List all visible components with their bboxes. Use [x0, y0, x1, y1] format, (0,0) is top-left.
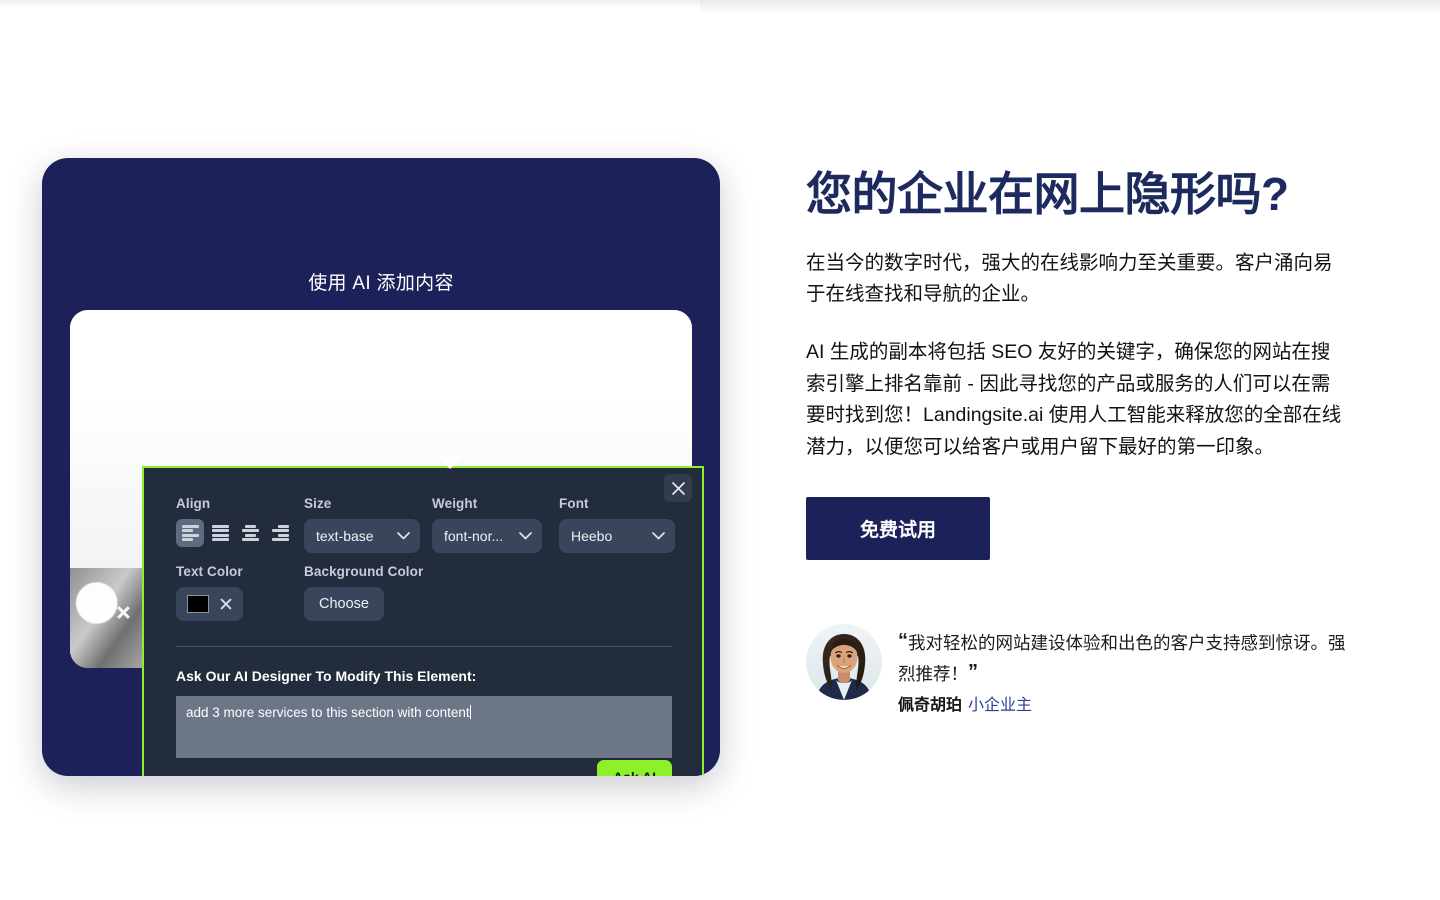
preview-card: 使用 AI 添加内容 Align Size text-base Weight f… — [42, 158, 720, 776]
text-color-picker[interactable] — [176, 587, 243, 621]
size-label: Size — [304, 496, 332, 511]
size-value: text-base — [316, 528, 374, 544]
align-center-button[interactable] — [236, 519, 264, 547]
background-color-label: Background Color — [304, 564, 424, 579]
text-cursor — [469, 705, 471, 719]
chevron-down-icon — [397, 532, 410, 540]
weight-value: font-nor... — [444, 528, 504, 544]
font-label: Font — [559, 496, 589, 511]
weight-select[interactable]: font-nor... — [432, 519, 542, 553]
align-justify-icon — [211, 523, 229, 543]
weight-control-group: Weight font-nor... — [432, 496, 542, 553]
square-icon — [100, 604, 109, 619]
page-title: 您的企业在网上隐形吗? — [806, 168, 1289, 220]
popup-caret-icon — [438, 457, 462, 469]
close-icon — [671, 481, 685, 495]
align-label: Align — [176, 496, 211, 511]
ai-prompt-input[interactable]: add 3 more services to this section with… — [176, 696, 672, 758]
page-root: 使用 AI 添加内容 Align Size text-base Weight f… — [0, 0, 1440, 900]
font-value: Heebo — [571, 528, 613, 544]
font-select[interactable]: Heebo — [559, 519, 675, 553]
mock-overlay-icons — [84, 604, 130, 619]
chevron-down-icon — [519, 532, 532, 540]
avatar-photo-icon — [806, 624, 882, 701]
background-color-group: Background Color Choose — [304, 564, 423, 621]
hero-content: 您的企业在网上隐形吗? 在当今的数字时代，强大的在线影响力至关重要。客户涌向易于… — [806, 168, 1346, 715]
testimonial-meta: 佩奇胡珀 小企业主 — [898, 691, 1346, 715]
testimonial-body: “我对轻松的网站建设体验和出色的客户支持感到惊讶。强烈推荐！” 佩奇胡珀 小企业主 — [898, 624, 1346, 714]
size-select[interactable]: text-base — [304, 519, 420, 553]
testimonial-quote-text: 我对轻松的网站建设体验和出色的客户支持感到惊讶。强烈推荐！ — [898, 633, 1346, 685]
text-color-group: Text Color — [176, 564, 243, 621]
ask-ai-label: Ask Our AI Designer To Modify This Eleme… — [176, 668, 477, 684]
weight-label: Weight — [432, 496, 478, 511]
size-control-group: Size text-base — [304, 496, 420, 553]
align-center-icon — [241, 523, 259, 543]
close-icon — [116, 605, 130, 619]
square-icon — [84, 604, 93, 619]
align-right-icon — [271, 523, 289, 543]
choose-background-color-button[interactable]: Choose — [304, 587, 384, 621]
ai-element-editor-popup: Align Size text-base Weight font-nor... … — [142, 466, 704, 776]
align-control-group: Align — [176, 496, 294, 547]
preview-card-title: 使用 AI 添加内容 — [308, 273, 454, 294]
testimonial-role: 小企业主 — [968, 696, 1033, 714]
font-control-group: Font Heebo — [559, 496, 675, 553]
align-right-button[interactable] — [266, 519, 294, 547]
free-trial-button[interactable]: 免费试用 — [806, 497, 990, 561]
align-justify-button[interactable] — [206, 519, 234, 547]
align-buttons — [176, 519, 294, 547]
testimonial-author: 佩奇胡珀 — [898, 696, 963, 714]
clear-text-color-button[interactable] — [219, 598, 232, 611]
align-left-button[interactable] — [176, 519, 204, 547]
hero-paragraph-2: AI 生成的副本将包括 SEO 友好的关键字，确保您的网站在搜索引擎上排名靠前 … — [806, 340, 1342, 458]
close-quote-icon: ” — [968, 661, 978, 684]
avatar — [806, 624, 882, 701]
ask-ai-button[interactable]: Ask AI — [596, 760, 672, 776]
testimonial-quote: “我对轻松的网站建设体验和出色的客户支持感到惊讶。强烈推荐！” — [898, 626, 1346, 688]
text-color-label: Text Color — [176, 564, 243, 579]
ai-prompt-value: add 3 more services to this section with… — [186, 705, 470, 720]
text-color-swatch[interactable] — [187, 595, 209, 613]
open-quote-icon: “ — [898, 630, 908, 653]
top-shadow-right — [700, 0, 1440, 14]
testimonial: “我对轻松的网站建设体验和出色的客户支持感到惊讶。强烈推荐！” 佩奇胡珀 小企业主 — [806, 624, 1346, 714]
hero-paragraph-1: 在当今的数字时代，强大的在线影响力至关重要。客户涌向易于在线查找和导航的企业。 — [806, 251, 1333, 306]
chevron-down-icon — [652, 532, 665, 540]
top-shadow-left — [0, 0, 700, 8]
editor-divider — [176, 646, 672, 647]
align-left-icon — [181, 523, 199, 543]
